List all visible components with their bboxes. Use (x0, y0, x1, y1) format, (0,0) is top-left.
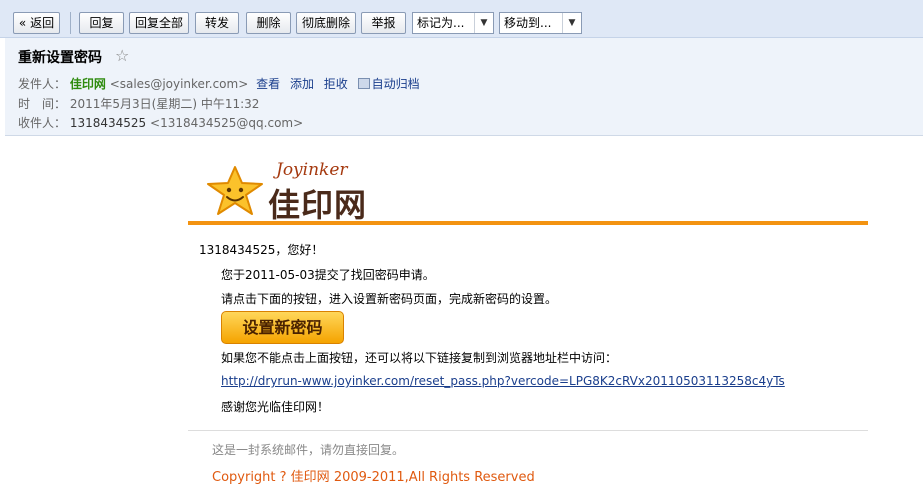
recipient-address: <1318434525@qq.com> (150, 116, 304, 130)
body-line-thanks: 感谢您光临佳印网！ (221, 400, 330, 414)
back-button[interactable]: « 返回 (13, 12, 60, 34)
footer-divider (188, 430, 868, 431)
auto-archive-label: 自动归档 (371, 77, 420, 91)
report-button[interactable]: 举报 (361, 12, 406, 34)
add-contact-link[interactable]: 添加 (290, 77, 314, 91)
email-subject: 重新设置密码 (18, 50, 102, 66)
reject-sender-link[interactable]: 拒收 (324, 77, 348, 91)
from-label: 发件人： (18, 77, 67, 91)
chevron-down-icon: ▼ (474, 13, 493, 33)
sender-address: <sales@joyinker.com> (109, 77, 249, 91)
move-to-select[interactable]: 移动到... ▼ (499, 12, 582, 34)
system-mail-note: 这是一封系统邮件，请勿直接回复。 (212, 443, 405, 457)
delete-permanently-button[interactable]: 彻底删除 (296, 12, 356, 34)
set-new-password-button[interactable]: 设置新密码 (221, 311, 344, 344)
reset-link-row: http://dryrun-www.joyinker.com/reset_pas… (221, 374, 785, 388)
greeting: 1318434525，您好！ (199, 243, 324, 257)
logo-text-en: Joyinker (276, 160, 348, 180)
logo-text-cn: 佳印网 (268, 186, 368, 224)
auto-archive-link[interactable]: 自动归档 (357, 77, 420, 91)
forward-button[interactable]: 转发 (195, 12, 239, 34)
mark-as-select-value: 标记为... (417, 16, 465, 30)
reply-all-button[interactable]: 回复全部 (129, 12, 189, 34)
to-row: 收件人： 1318434525 <1318434525@qq.com> (18, 114, 303, 131)
header-divider (188, 221, 868, 225)
star-icon[interactable]: ☆ (115, 46, 129, 65)
star-logo-icon (207, 166, 263, 215)
delete-button[interactable]: 删除 (246, 12, 291, 34)
body-line-copy-link: 如果您不能点击上面按钮，还可以将以下链接复制到浏览器地址栏中访问： (221, 351, 618, 365)
email-toolbar: « 返回 回复 回复全部 转发 删除 彻底删除 举报 标记为... ▼ 移动到.… (0, 0, 923, 38)
to-label: 收件人： (18, 116, 67, 130)
time-value: 2011年5月3日(星期二) 中午11:32 (69, 97, 260, 111)
view-sender-link[interactable]: 查看 (256, 77, 280, 91)
from-row: 发件人： 佳印网 <sales@joyinker.com> 查看 添加 拒收 自… (18, 75, 420, 92)
mark-as-select[interactable]: 标记为... ▼ (412, 12, 494, 34)
time-row: 时 间： 2011年5月3日(星期二) 中午11:32 (18, 95, 259, 112)
archive-icon (357, 78, 370, 89)
toolbar-separator (70, 12, 71, 34)
chevron-down-icon: ▼ (562, 13, 581, 33)
reply-button[interactable]: 回复 (79, 12, 124, 34)
body-line-request: 您于2011-05-03提交了找回密码申请。 (221, 268, 435, 282)
move-to-select-value: 移动到... (504, 16, 552, 30)
recipient-name: 1318434525 (69, 116, 147, 130)
reset-password-link[interactable]: http://dryrun-www.joyinker.com/reset_pas… (221, 374, 785, 388)
email-header: 重新设置密码 ☆ 发件人： 佳印网 <sales@joyinker.com> 查… (5, 38, 923, 136)
sender-name[interactable]: 佳印网 (70, 77, 106, 91)
body-line-instruction: 请点击下面的按钮，进入设置新密码页面，完成新密码的设置。 (221, 292, 558, 306)
time-label: 时 间： (18, 97, 67, 111)
copyright-text: Copyright ? 佳印网 2009-2011,All Rights Res… (212, 470, 535, 485)
